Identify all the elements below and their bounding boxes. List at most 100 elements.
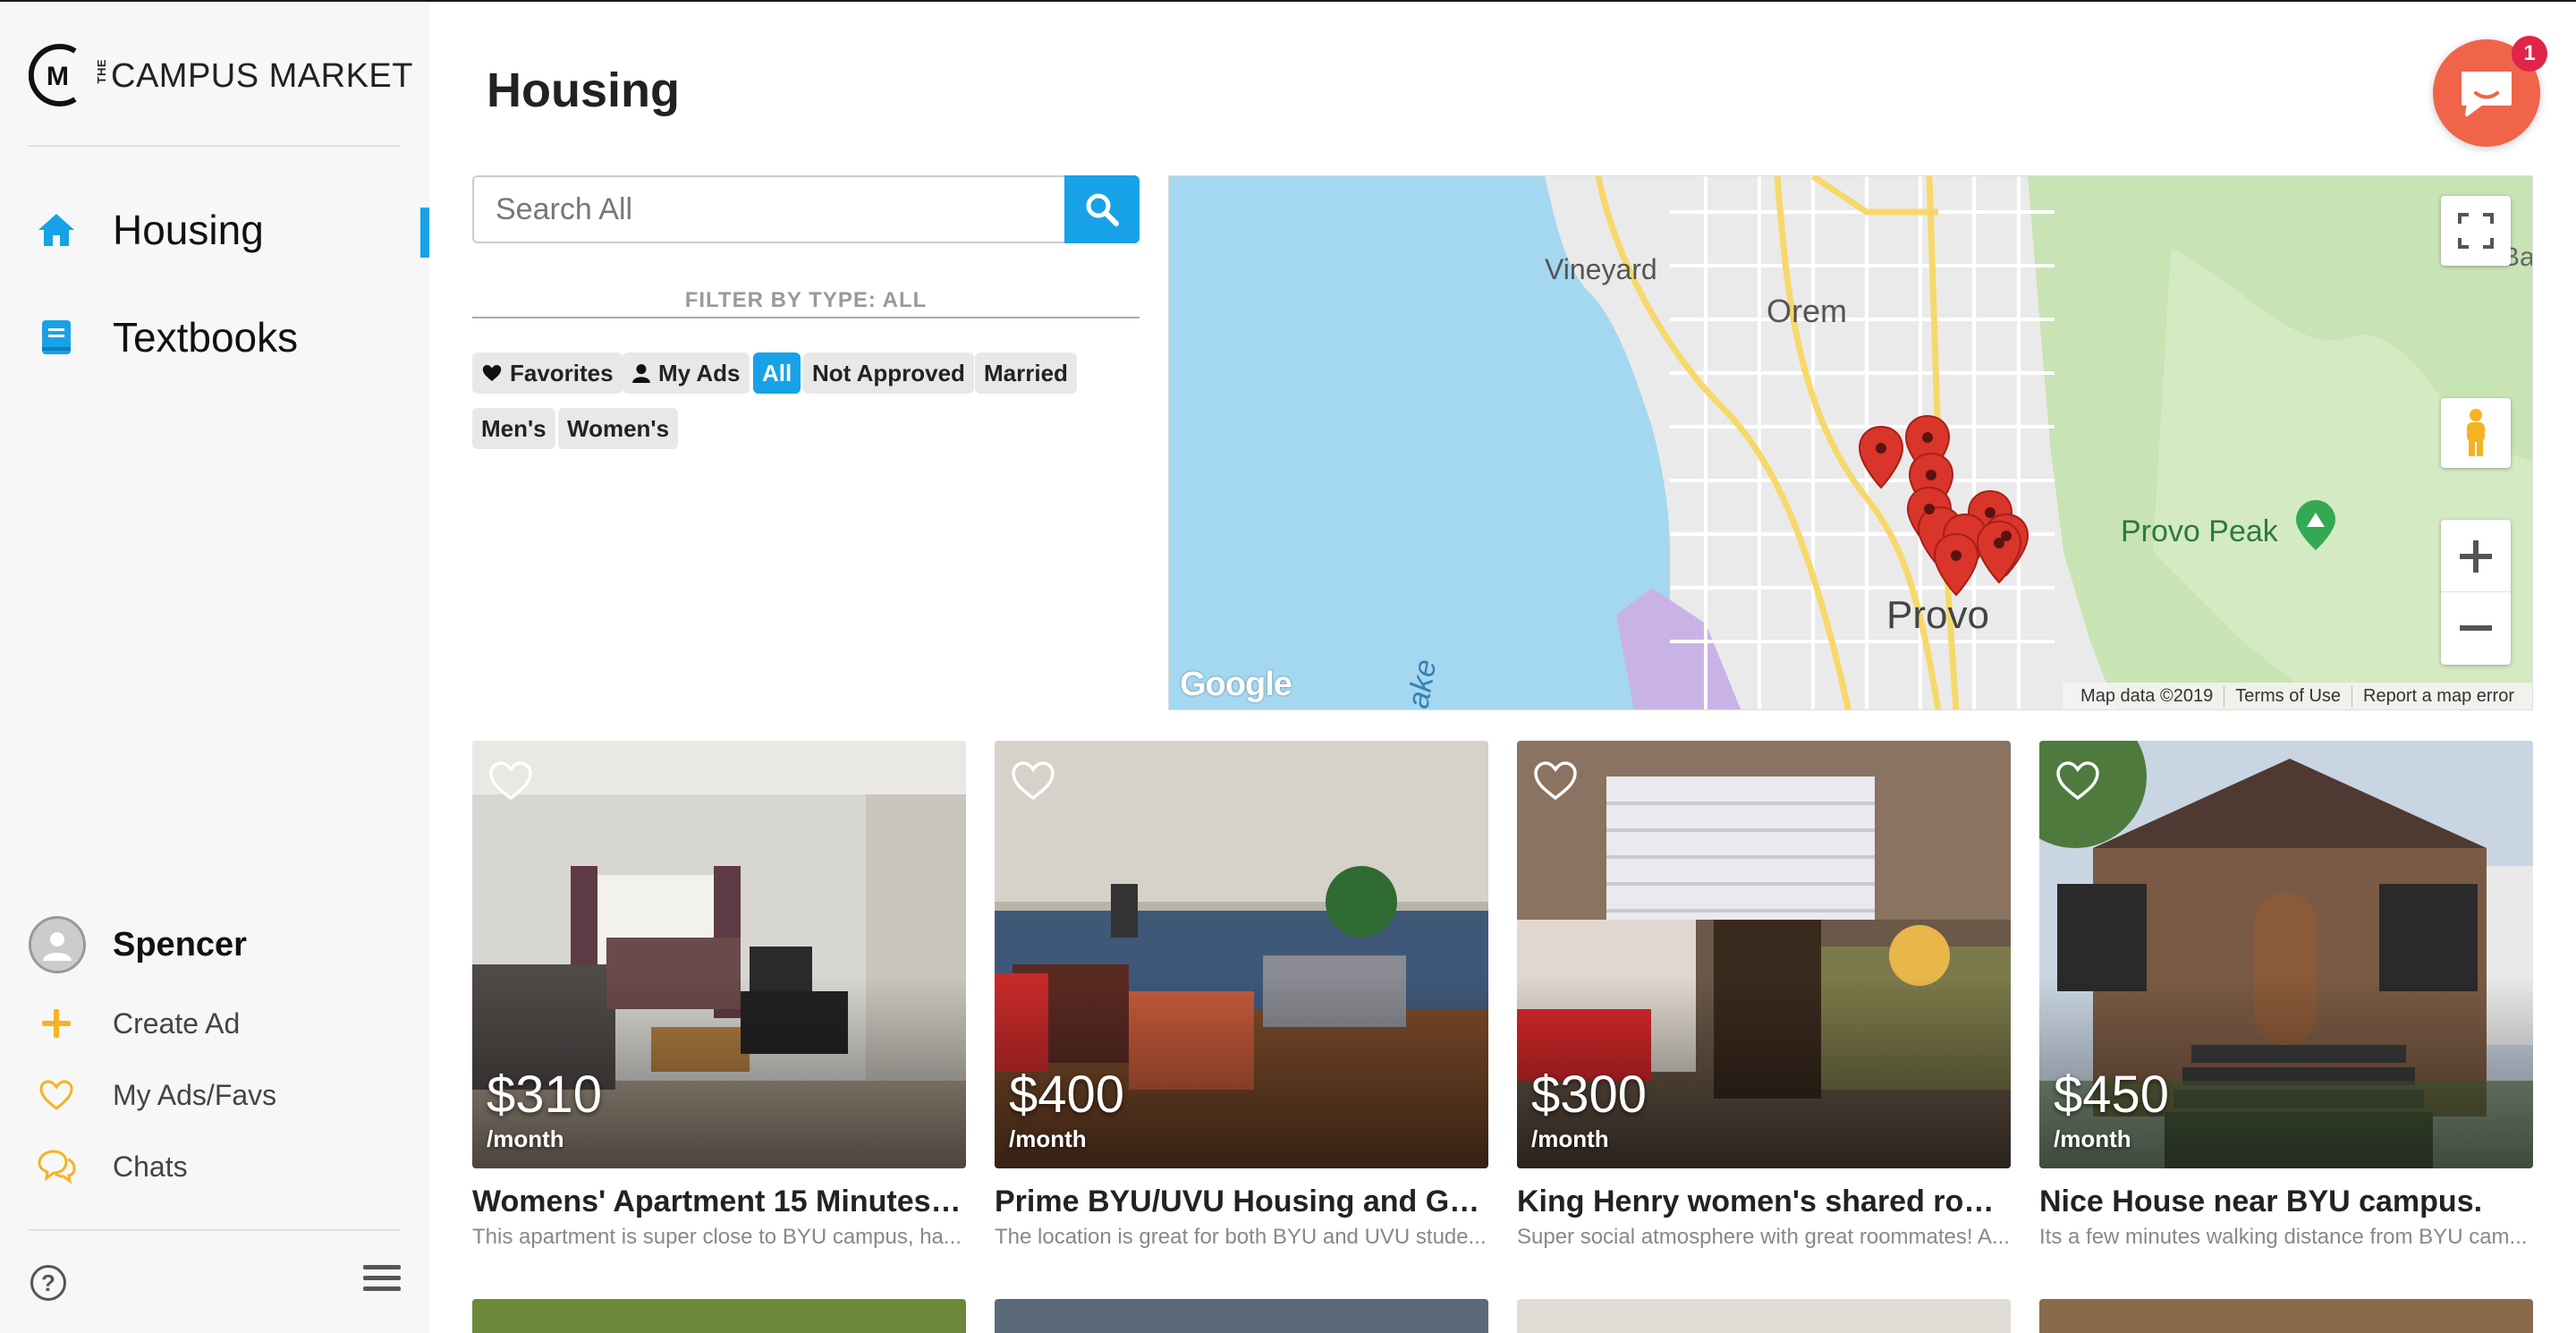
listing-card[interactable]: $450 /month Nice House near BYU campus. … <box>2039 741 2533 1250</box>
chip-label: All <box>762 359 792 386</box>
action-label: My Ads/Favs <box>113 1078 277 1111</box>
filter-chip-not-approved[interactable]: Not Approved <box>803 352 974 394</box>
favorite-heart-icon[interactable] <box>1011 760 1055 802</box>
search-bar <box>472 175 1140 243</box>
nav-item-housing[interactable]: Housing <box>0 199 429 261</box>
zoom-out-icon <box>2460 625 2492 631</box>
listing-title[interactable]: King Henry women's shared room c... <box>1517 1184 2011 1219</box>
search-input[interactable] <box>472 175 1064 243</box>
listing-photo-partial[interactable] <box>2039 1299 2533 1333</box>
chat-bubble-icon <box>2462 72 2512 116</box>
action-label: Chats <box>113 1150 188 1183</box>
map-label-provo: Provo <box>1886 593 1989 637</box>
favorite-heart-icon[interactable] <box>2055 760 2100 802</box>
plus-icon <box>36 1003 77 1044</box>
filter-chip-favorites[interactable]: Favorites <box>472 352 623 394</box>
terms-of-use-link[interactable]: Terms of Use <box>2224 685 2353 707</box>
chip-label: Favorites <box>510 359 614 386</box>
nav-label: Housing <box>113 207 264 253</box>
listing-description: This apartment is super close to BYU cam… <box>472 1225 962 1249</box>
listing-photo[interactable]: $450 /month <box>2039 741 2533 1168</box>
listing-period: /month <box>1531 1125 1609 1152</box>
listing-title[interactable]: Womens' Apartment 15 Minutes fro... <box>472 1184 966 1219</box>
map-data-credit: Map data ©2019 <box>2070 685 2225 707</box>
pegman-button[interactable] <box>2441 398 2511 468</box>
search-icon <box>1086 193 1119 226</box>
map-label-vineyard: Vineyard <box>1545 253 1657 285</box>
pegman-icon <box>2467 409 2485 456</box>
home-icon <box>36 209 77 250</box>
nav-item-textbooks[interactable]: Textbooks <box>0 306 429 369</box>
map-canvas <box>1169 176 2532 709</box>
listing-price: $400 <box>1009 1066 1125 1124</box>
page-title: Housing <box>487 64 680 117</box>
menu-icon[interactable] <box>363 1265 401 1297</box>
listing-photo-partial[interactable] <box>995 1299 1488 1333</box>
listings-map[interactable]: Vineyard Orem Provo Provo Peak Ba ake Go… <box>1168 175 2533 710</box>
listing-photo-partial[interactable] <box>472 1299 966 1333</box>
listing-price: $300 <box>1531 1066 1648 1124</box>
avatar <box>29 916 86 973</box>
listing-title[interactable]: Prime BYU/UVU Housing and Great ... <box>995 1184 1488 1219</box>
chip-label: My Ads <box>658 359 741 386</box>
user-icon <box>632 364 650 383</box>
nav-label: Textbooks <box>113 314 299 361</box>
heart-icon <box>36 1074 77 1116</box>
listing-title[interactable]: Nice House near BYU campus. <box>2039 1184 2533 1219</box>
listing-card[interactable]: $400 /month Prime BYU/UVU Housing and Gr… <box>995 741 1488 1250</box>
zoom-in-icon <box>2460 539 2492 573</box>
listing-period: /month <box>2054 1125 2131 1152</box>
sidebar-divider <box>29 145 401 147</box>
action-label: Create Ad <box>113 1006 241 1040</box>
user-name: Spencer <box>113 925 247 964</box>
chip-label: Not Approved <box>812 359 965 386</box>
heart-icon <box>482 365 502 381</box>
create-ad-button[interactable]: Create Ad <box>0 997 429 1050</box>
chat-icon <box>36 1146 77 1187</box>
fullscreen-icon <box>2458 213 2494 249</box>
fullscreen-button[interactable] <box>2441 196 2511 266</box>
listing-photo-partial[interactable] <box>1517 1299 2011 1333</box>
filter-label: FILTER BY TYPE: ALL <box>684 288 928 312</box>
listing-description: Super social atmosphere with great roomm… <box>1517 1225 2010 1249</box>
map-label-provo-peak: Provo Peak <box>2121 514 2278 548</box>
google-logo: Google <box>1180 666 1292 703</box>
help-icon[interactable]: ? <box>30 1265 66 1301</box>
zoom-in-button[interactable] <box>2441 521 2511 592</box>
chat-unread-badge: 1 <box>2512 36 2547 72</box>
listing-description: Its a few minutes walking distance from … <box>2039 1225 2528 1249</box>
report-map-error-link[interactable]: Report a map error <box>2352 686 2525 707</box>
filter-chip-my-ads[interactable]: My Ads <box>623 352 750 394</box>
favorite-heart-icon[interactable] <box>488 760 533 802</box>
map-footer: Map data ©2019 Terms of Use Report a map… <box>2063 683 2532 709</box>
listing-price: $450 <box>2054 1066 2170 1124</box>
sidebar-divider <box>29 1229 401 1231</box>
listing-card[interactable]: $310 /month Womens' Apartment 15 Minutes… <box>472 741 966 1250</box>
filter-chip-married[interactable]: Married <box>975 352 1077 394</box>
listing-photo[interactable]: $300 /month <box>1517 741 2011 1168</box>
filter-chip-all[interactable]: All <box>753 352 801 394</box>
my-ads-favs-button[interactable]: My Ads/Favs <box>0 1068 429 1122</box>
filter-chip-mens[interactable]: Men's <box>472 408 555 449</box>
listing-price: $310 <box>487 1066 603 1124</box>
filter-chip-womens[interactable]: Women's <box>558 408 679 449</box>
campus-market-logo[interactable]: M THE CAMPUS MARKET <box>28 39 412 111</box>
listing-photo[interactable]: $310 /month <box>472 741 966 1168</box>
listing-card[interactable]: $300 /month King Henry women's shared ro… <box>1517 741 2011 1250</box>
logo-wordmark: CAMPUS MARKET <box>111 57 413 95</box>
map-label-orem: Orem <box>1767 293 1847 329</box>
listing-description: The location is great for both BYU and U… <box>995 1225 1487 1249</box>
book-icon <box>36 317 77 358</box>
chip-label: Women's <box>567 414 670 442</box>
chip-label: Married <box>984 359 1068 386</box>
user-profile[interactable]: Spencer <box>29 916 247 973</box>
zoom-out-button[interactable] <box>2441 592 2511 664</box>
listing-photo[interactable]: $400 /month <box>995 741 1488 1168</box>
listing-period: /month <box>487 1125 564 1152</box>
logo-letter: M <box>47 62 69 91</box>
search-button[interactable] <box>1064 175 1140 243</box>
chats-button[interactable]: Chats <box>0 1140 429 1193</box>
favorite-heart-icon[interactable] <box>1533 760 1578 802</box>
logo-mark: M <box>28 40 91 110</box>
logo-the: THE <box>95 59 108 84</box>
